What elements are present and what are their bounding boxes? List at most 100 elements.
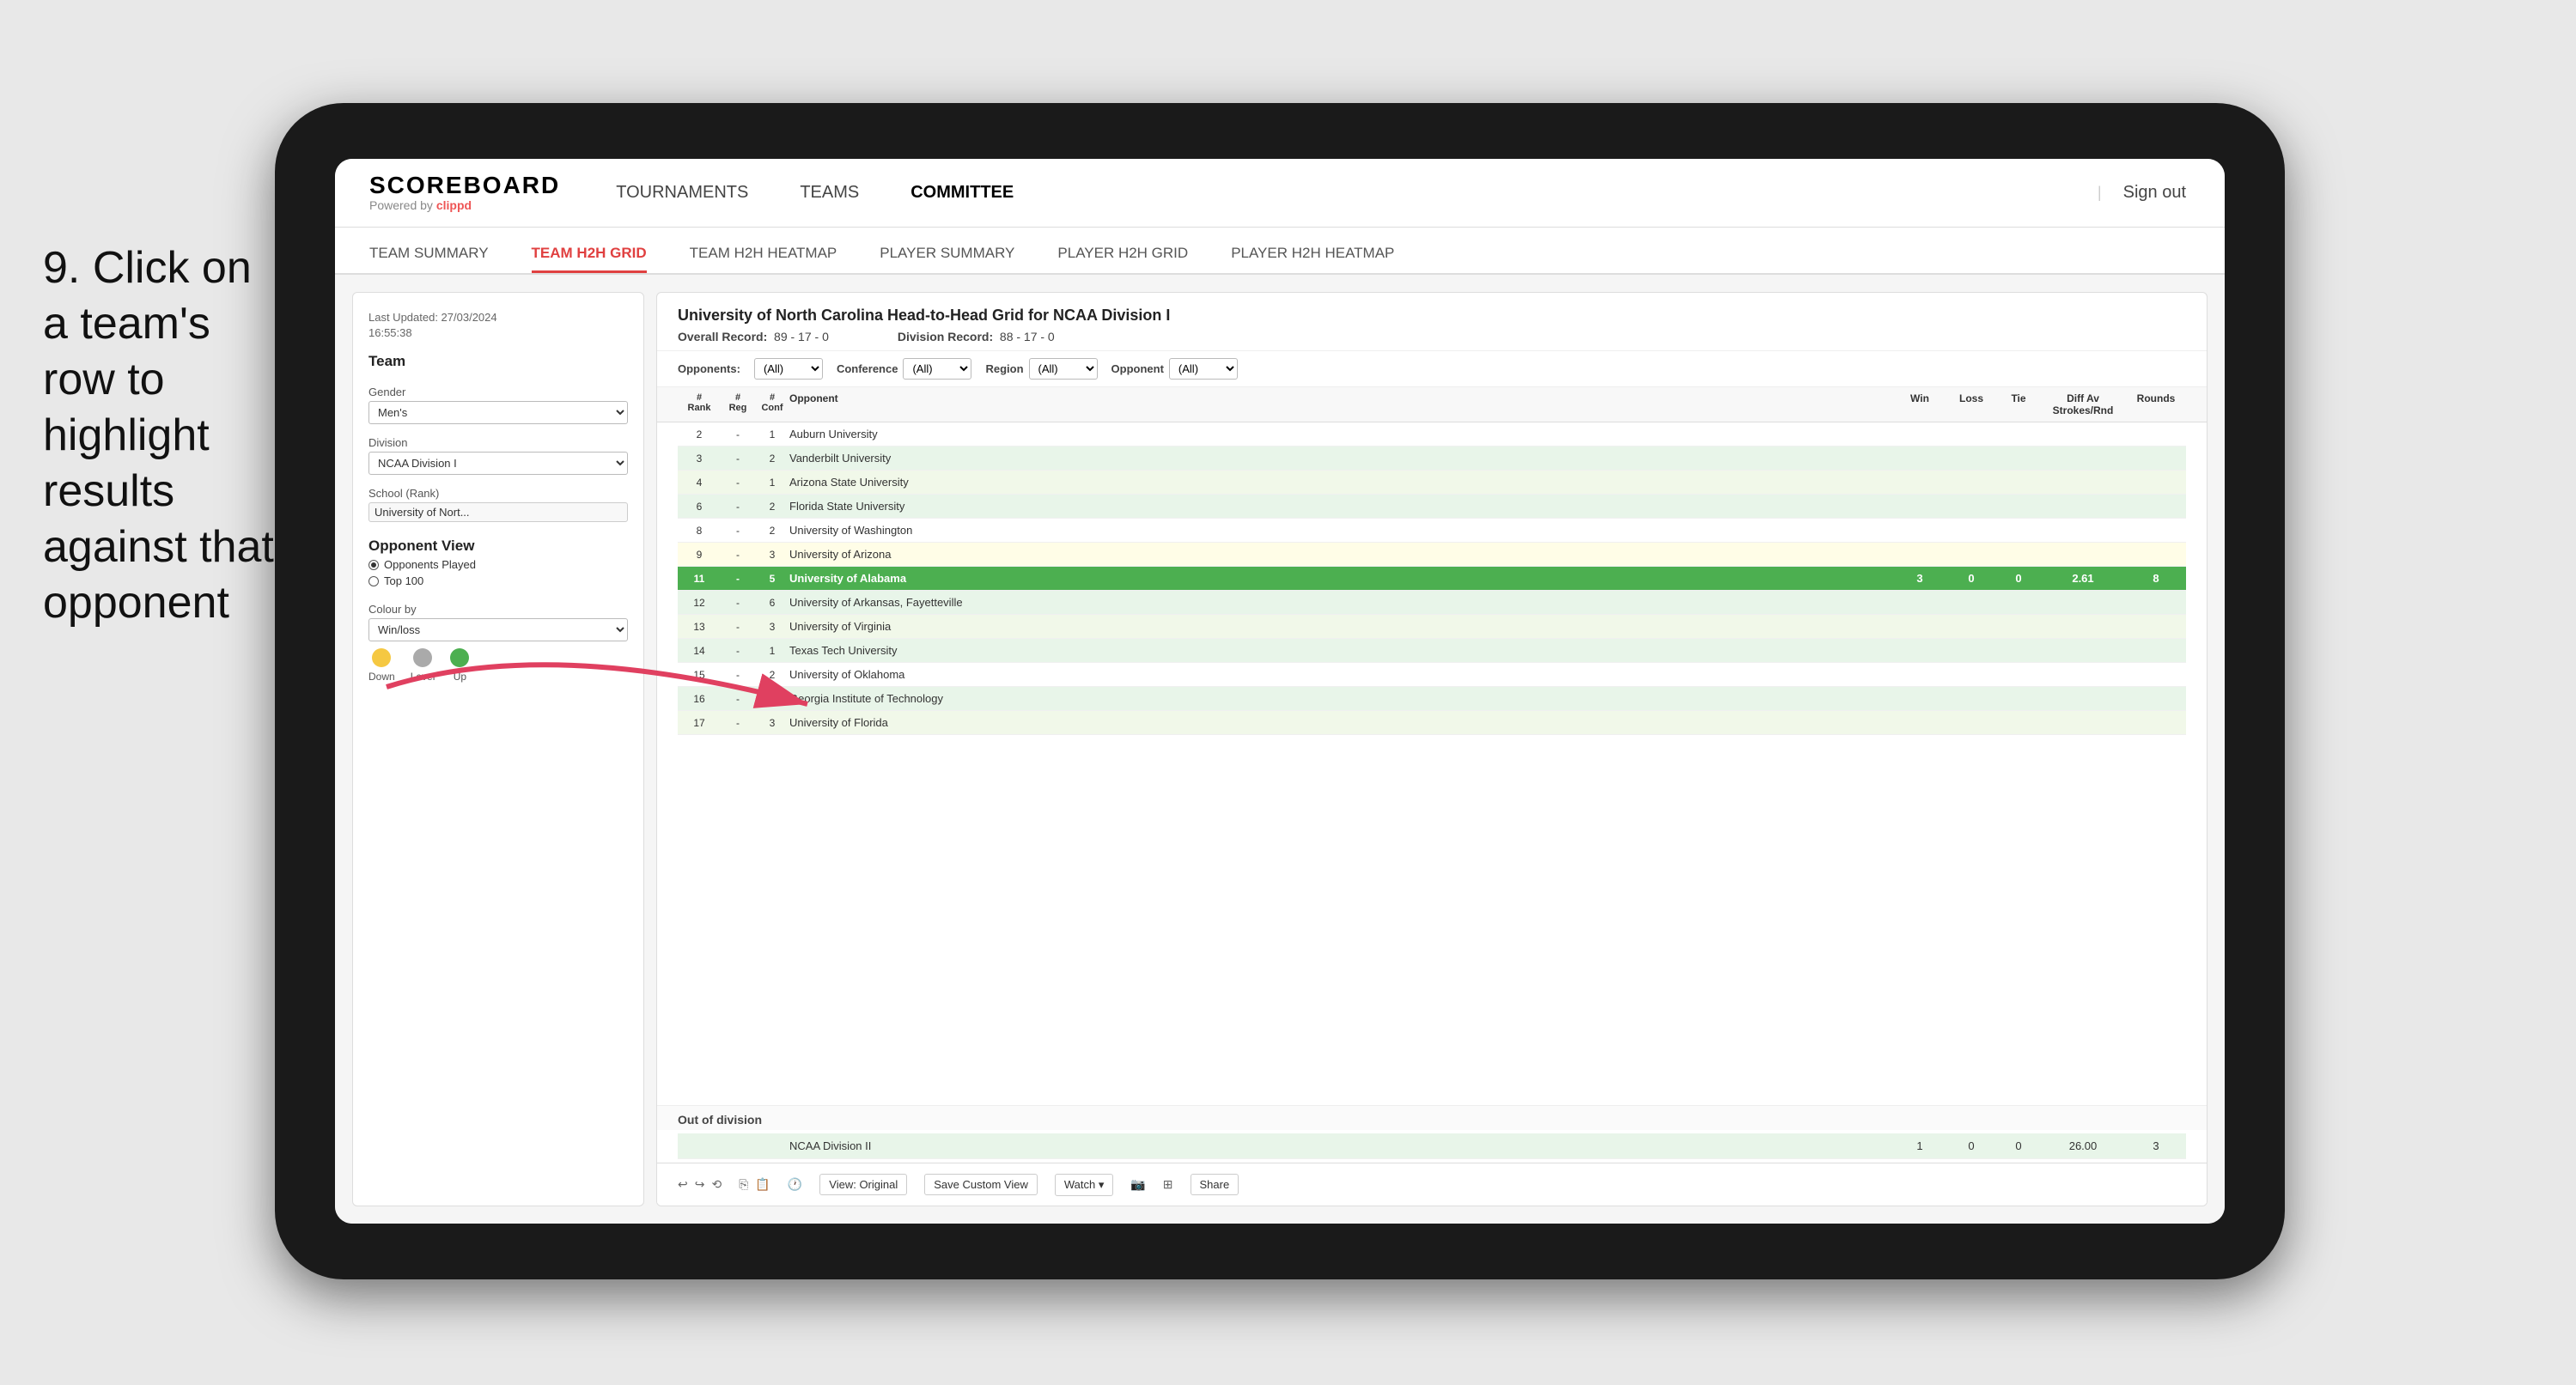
opponents-filter-select[interactable]: (All) (754, 358, 823, 380)
radio-opponents-played[interactable]: Opponents Played (368, 558, 628, 571)
sub-nav: TEAM SUMMARY TEAM H2H GRID TEAM H2H HEAT… (335, 228, 2225, 275)
cell-conf: 5 (755, 573, 789, 585)
table-row[interactable]: 11 - 5 University of Alabama 3 0 0 2.61 … (678, 567, 2186, 591)
table-row[interactable]: 9 - 3 University of Arizona (678, 543, 2186, 567)
colour-level: Level (411, 648, 435, 683)
cell-reg: - (721, 717, 755, 729)
cell-opponent: University of Virginia (789, 620, 1894, 633)
table-row[interactable]: 4 - 1 Arizona State University (678, 471, 2186, 495)
subnav-player-h2h-heatmap[interactable]: PLAYER H2H HEATMAP (1231, 245, 1394, 273)
cell-rank: 17 (678, 717, 721, 729)
opponent-filter-select[interactable]: (All) (1169, 358, 1238, 380)
cell-reg: - (721, 621, 755, 633)
logo-area: SCOREBOARD Powered by clippd (369, 173, 560, 212)
header-rounds: Rounds (2126, 392, 2186, 416)
panel-title: University of North Carolina Head-to-Hea… (678, 307, 2186, 325)
instruction-text: 9. Click on a team's row to highlight re… (43, 240, 283, 631)
reset-icon[interactable]: ⟲ (711, 1177, 722, 1192)
out-of-division-label: Out of division (657, 1105, 2207, 1130)
header-opponent: Opponent (789, 392, 1894, 416)
cell-loss: 0 (1946, 572, 1997, 585)
save-custom-view-button[interactable]: Save Custom View (924, 1174, 1038, 1195)
cell-ood-rounds: 3 (2126, 1139, 2186, 1152)
table-row[interactable]: 12 - 6 University of Arkansas, Fayettevi… (678, 591, 2186, 615)
panel-records: Overall Record: 89 - 17 - 0 Division Rec… (678, 330, 2186, 343)
cell-rank: 6 (678, 501, 721, 513)
subnav-team-h2h-grid[interactable]: TEAM H2H GRID (532, 245, 647, 273)
school-section: School (Rank) University of Nort... (368, 487, 628, 522)
header-rank: # Rank (678, 392, 721, 416)
copy-icon[interactable]: ⎘ (739, 1177, 748, 1192)
school-label: School (Rank) (368, 487, 628, 500)
redo-icon[interactable]: ↪ (695, 1177, 705, 1192)
colour-label: Colour by (368, 603, 628, 616)
toolbar-time-group: 🕐 (788, 1177, 802, 1192)
cell-conf: 3 (755, 549, 789, 561)
cell-conf: 1 (755, 428, 789, 440)
division-select[interactable]: NCAA Division I (368, 452, 628, 475)
table-row[interactable]: 3 - 2 Vanderbilt University (678, 446, 2186, 471)
cell-conf: 2 (755, 501, 789, 513)
table-row[interactable]: 15 - 2 University of Oklahoma (678, 663, 2186, 687)
header-tie: Tie (1997, 392, 2040, 416)
cell-opponent: University of Alabama (789, 572, 1894, 585)
colour-select[interactable]: Win/loss (368, 618, 628, 641)
team-section: Team (368, 353, 628, 374)
grid-icon[interactable]: ⊞ (1163, 1177, 1173, 1192)
table-row[interactable]: 14 - 1 Texas Tech University (678, 639, 2186, 663)
cell-opponent: Georgia Institute of Technology (789, 692, 1894, 705)
sign-out-link[interactable]: Sign out (2119, 183, 2190, 203)
table-row[interactable]: 8 - 2 University of Washington (678, 519, 2186, 543)
paste-icon[interactable]: 📋 (755, 1177, 770, 1192)
out-of-division-row[interactable]: NCAA Division II 1 0 0 26.00 3 (678, 1133, 2186, 1159)
clock-icon[interactable]: 🕐 (788, 1177, 802, 1192)
colour-dots: Down Level Up (368, 648, 628, 683)
region-select[interactable]: (All) (1029, 358, 1098, 380)
overall-record: Overall Record: 89 - 17 - 0 (678, 330, 829, 343)
watch-button[interactable]: Watch ▾ (1055, 1174, 1114, 1196)
camera-icon[interactable]: 📷 (1130, 1177, 1145, 1192)
nav-committee[interactable]: COMMITTEE (906, 183, 1018, 203)
table-row[interactable]: 16 - 4 Georgia Institute of Technology (678, 687, 2186, 711)
top-nav: SCOREBOARD Powered by clippd TOURNAMENTS… (335, 159, 2225, 228)
cell-ood-division: NCAA Division II (789, 1139, 1894, 1152)
radio-top100[interactable]: Top 100 (368, 574, 628, 587)
cell-ood-diff: 26.00 (2040, 1139, 2126, 1152)
cell-opponent: University of Oklahoma (789, 668, 1894, 681)
header-diff: Diff Av Strokes/Rnd (2040, 392, 2126, 416)
cell-conf: 2 (755, 669, 789, 681)
cell-opponent: University of Arkansas, Fayetteville (789, 596, 1894, 609)
opponents-filter-label: Opponents: (678, 362, 740, 375)
subnav-player-summary[interactable]: PLAYER SUMMARY (880, 245, 1014, 273)
cell-ood-win: 1 (1894, 1139, 1946, 1152)
cell-opponent: Arizona State University (789, 476, 1894, 489)
cell-rank: 2 (678, 428, 721, 440)
table-row[interactable]: 2 - 1 Auburn University (678, 422, 2186, 446)
header-conf: # Conf (755, 392, 789, 416)
view-original-button[interactable]: View: Original (819, 1174, 907, 1195)
cell-reg: - (721, 645, 755, 657)
timestamp-label: Last Updated: 27/03/2024 (368, 311, 497, 324)
table-row[interactable]: 17 - 3 University of Florida (678, 711, 2186, 735)
opponent-view-section: Opponent View Opponents Played Top 100 (368, 538, 628, 587)
cell-conf: 2 (755, 453, 789, 465)
subnav-team-h2h-heatmap[interactable]: TEAM H2H HEATMAP (690, 245, 837, 273)
cell-reg: - (721, 549, 755, 561)
radio-dot-top100 (368, 576, 379, 586)
subnav-team-summary[interactable]: TEAM SUMMARY (369, 245, 489, 273)
gender-select[interactable]: Men's (368, 401, 628, 424)
team-label: Team (368, 353, 628, 370)
nav-teams[interactable]: TEAMS (795, 183, 863, 203)
share-button[interactable]: Share (1191, 1174, 1239, 1195)
undo-icon[interactable]: ↩ (678, 1177, 688, 1192)
table-row[interactable]: 13 - 3 University of Virginia (678, 615, 2186, 639)
table-row[interactable]: 6 - 2 Florida State University (678, 495, 2186, 519)
table-header: # Rank # Reg # Conf Opponent Win Loss Ti… (657, 387, 2207, 422)
subnav-player-h2h-grid[interactable]: PLAYER H2H GRID (1057, 245, 1188, 273)
colour-up: Up (450, 648, 469, 683)
logo-clippd: clippd (436, 198, 472, 212)
nav-tournaments[interactable]: TOURNAMENTS (612, 183, 752, 203)
conference-select[interactable]: (All) (903, 358, 971, 380)
cell-opponent: University of Florida (789, 716, 1894, 729)
cell-reg: - (721, 525, 755, 537)
